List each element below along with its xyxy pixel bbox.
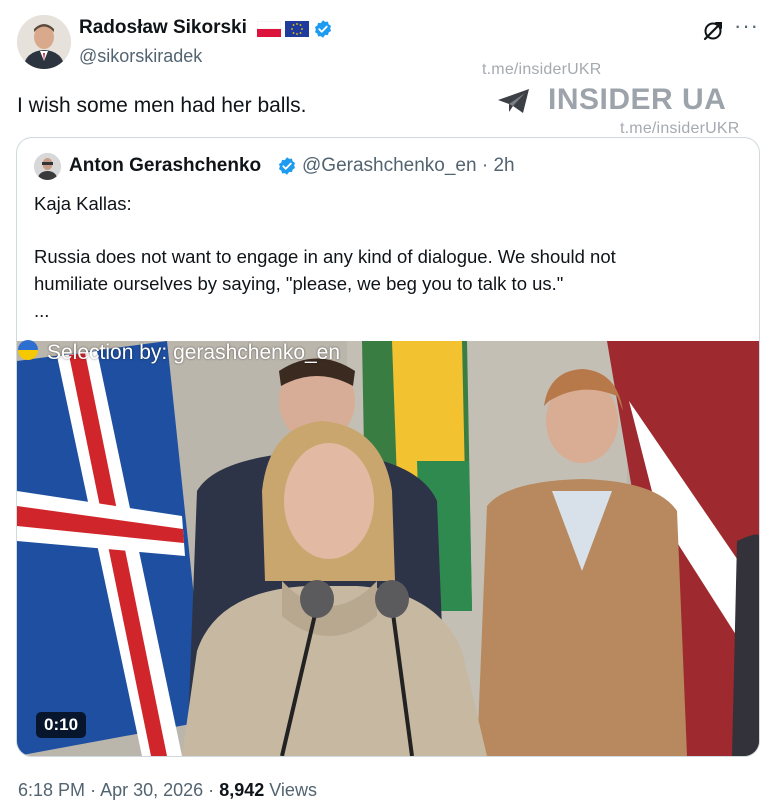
tweet-date[interactable]: Apr 30, 2026: [100, 780, 203, 800]
quoted-author-avatar[interactable]: [34, 153, 61, 180]
quoted-tweet-card[interactable]: Anton Gerashchenko @Gerashchenko_en · 2h…: [16, 137, 760, 757]
eu-flag-icon: [285, 21, 309, 42]
watermark-link-top: t.me/insiderUKR: [482, 61, 602, 78]
tweet-footer: 6:18 PM · Apr 30, 2026 · 8,942 Views: [18, 778, 317, 802]
video-player[interactable]: [17, 341, 759, 756]
views-count[interactable]: 8,942: [219, 780, 264, 800]
quoted-line: Russia does not want to engage in any ki…: [34, 246, 616, 267]
meta-separator: ·: [481, 155, 489, 176]
overlay-text: Selection by: gerashchenko_en: [47, 341, 341, 364]
views-label: Views: [269, 780, 317, 800]
verified-badge-icon: [313, 19, 333, 44]
quoted-timestamp[interactable]: 2h: [493, 155, 514, 176]
quoted-line: humiliate ourselves by saying, "please, …: [34, 273, 564, 294]
footer-separator: ·: [208, 780, 215, 800]
watermark-link-bottom: t.me/insiderUKR: [620, 120, 740, 137]
tweet-time[interactable]: 6:18 PM: [18, 780, 85, 800]
ukraine-flag-icon: [17, 339, 39, 367]
quoted-blank-line: [34, 217, 734, 243]
quoted-author-handle[interactable]: @Gerashchenko_en: [302, 155, 477, 176]
author-name[interactable]: Radosław Sikorski: [79, 16, 247, 40]
poland-flag-icon: [256, 20, 282, 42]
video-overlay-caption: Selection by: gerashchenko_en: [17, 339, 340, 367]
quoted-tweet-text: Kaja Kallas: Russia does not want to eng…: [34, 190, 734, 324]
author-badges: [256, 19, 333, 44]
video-frame: [17, 341, 759, 756]
quoted-line: ...: [34, 300, 50, 321]
author-avatar[interactable]: [17, 15, 71, 69]
more-options-icon[interactable]: ···: [734, 14, 759, 38]
telegram-icon: [496, 87, 532, 120]
verified-badge-icon: [277, 156, 297, 181]
tweet-text: I wish some men had her balls.: [17, 94, 307, 117]
quoted-line: Kaja Kallas:: [34, 193, 132, 214]
quoted-author-name[interactable]: Anton Gerashchenko: [69, 154, 261, 178]
watermark-brand: INSIDER UA: [548, 83, 727, 116]
footer-separator: ·: [90, 780, 97, 800]
author-handle[interactable]: @sikorskiradek: [79, 44, 202, 68]
video-duration: 0:10: [36, 712, 87, 738]
quoted-meta: @Gerashchenko_en · 2h: [302, 154, 515, 178]
grok-icon[interactable]: [702, 20, 724, 47]
